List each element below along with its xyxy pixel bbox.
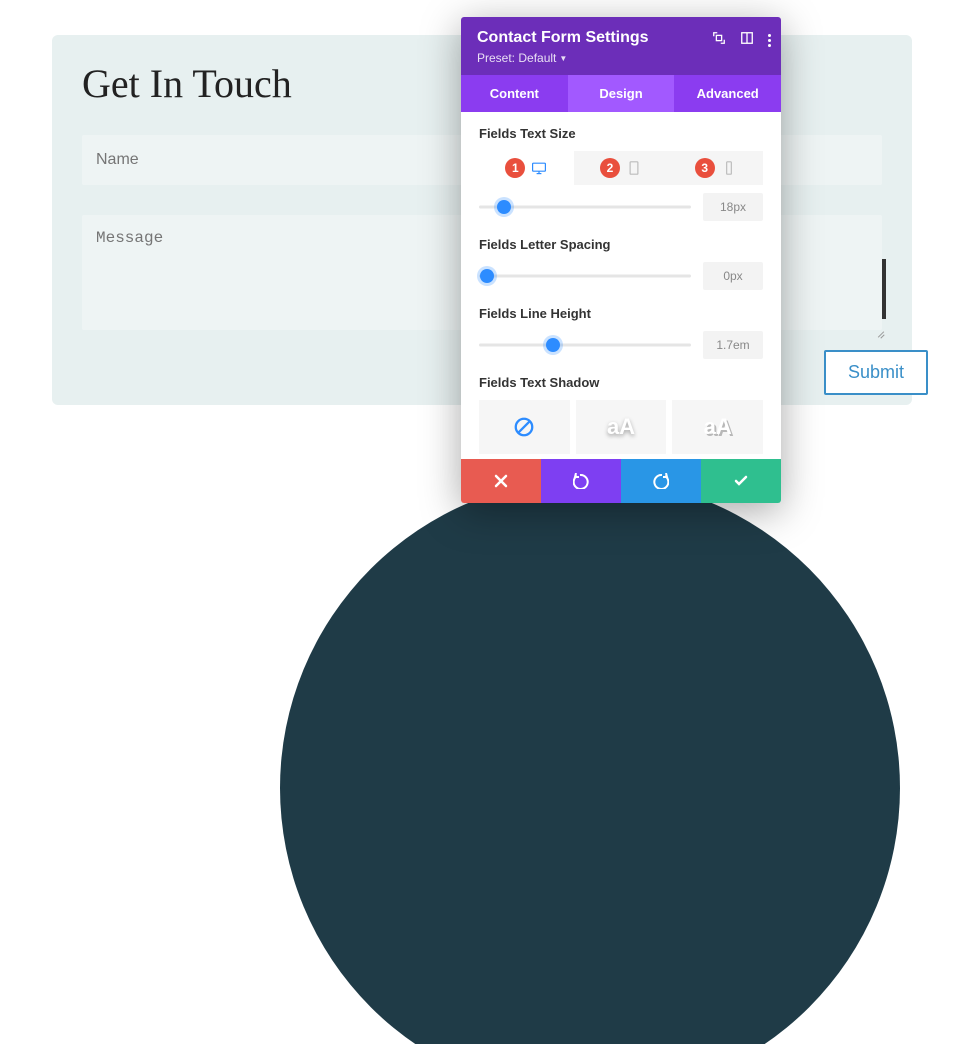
badge-2: 2 [600, 158, 620, 178]
device-phone[interactable]: 3 [668, 151, 763, 185]
shadow-sample: aA [704, 414, 732, 440]
line-height-slider[interactable] [479, 335, 691, 355]
undo-button[interactable] [541, 459, 621, 503]
decorative-arc [280, 478, 900, 1044]
cancel-button[interactable] [461, 459, 541, 503]
text-size-label: Fields Text Size [479, 126, 763, 141]
panel-body: Fields Text Size 1 2 3 Fields Letter Spa… [461, 112, 781, 459]
shadow-none[interactable] [479, 400, 570, 454]
resize-handle-icon[interactable] [873, 326, 885, 338]
submit-button[interactable]: Submit [824, 350, 928, 395]
expand-icon[interactable] [712, 31, 726, 50]
text-size-slider[interactable] [479, 197, 691, 217]
settings-panel: Contact Form Settings Preset: Default ▼ … [461, 17, 781, 503]
shadow-sample: aA [607, 414, 635, 440]
letter-spacing-slider[interactable] [479, 266, 691, 286]
columns-icon[interactable] [740, 31, 754, 50]
none-icon [513, 416, 535, 438]
device-desktop[interactable]: 1 [479, 151, 574, 185]
shadow-soft[interactable]: aA [576, 400, 667, 454]
undo-icon [573, 473, 589, 489]
badge-3: 3 [695, 158, 715, 178]
letter-spacing-label: Fields Letter Spacing [479, 237, 763, 252]
chevron-down-icon: ▼ [559, 54, 567, 63]
letter-spacing-value[interactable] [703, 262, 763, 290]
redo-button[interactable] [621, 459, 701, 503]
redo-icon [653, 473, 669, 489]
tabs: Content Design Advanced [461, 75, 781, 112]
save-button[interactable] [701, 459, 781, 503]
phone-icon [721, 161, 737, 175]
more-icon[interactable] [768, 34, 771, 47]
line-height-label: Fields Line Height [479, 306, 763, 321]
cursor-marker [882, 259, 886, 319]
desktop-icon [531, 161, 547, 175]
preset-label: Preset: Default [477, 51, 556, 65]
tablet-icon [626, 161, 642, 175]
tab-advanced[interactable]: Advanced [674, 75, 781, 112]
tab-content[interactable]: Content [461, 75, 568, 112]
text-size-value[interactable] [703, 193, 763, 221]
text-shadow-label: Fields Text Shadow [479, 375, 763, 390]
shadow-hard[interactable]: aA [672, 400, 763, 454]
badge-1: 1 [505, 158, 525, 178]
device-tablet[interactable]: 2 [574, 151, 669, 185]
panel-footer [461, 459, 781, 503]
tab-design[interactable]: Design [568, 75, 675, 112]
close-icon [493, 473, 509, 489]
line-height-value[interactable] [703, 331, 763, 359]
preset-selector[interactable]: Preset: Default ▼ [477, 51, 567, 65]
check-icon [733, 473, 749, 489]
device-selector: 1 2 3 [479, 151, 763, 185]
panel-header: Contact Form Settings Preset: Default ▼ [461, 17, 781, 75]
